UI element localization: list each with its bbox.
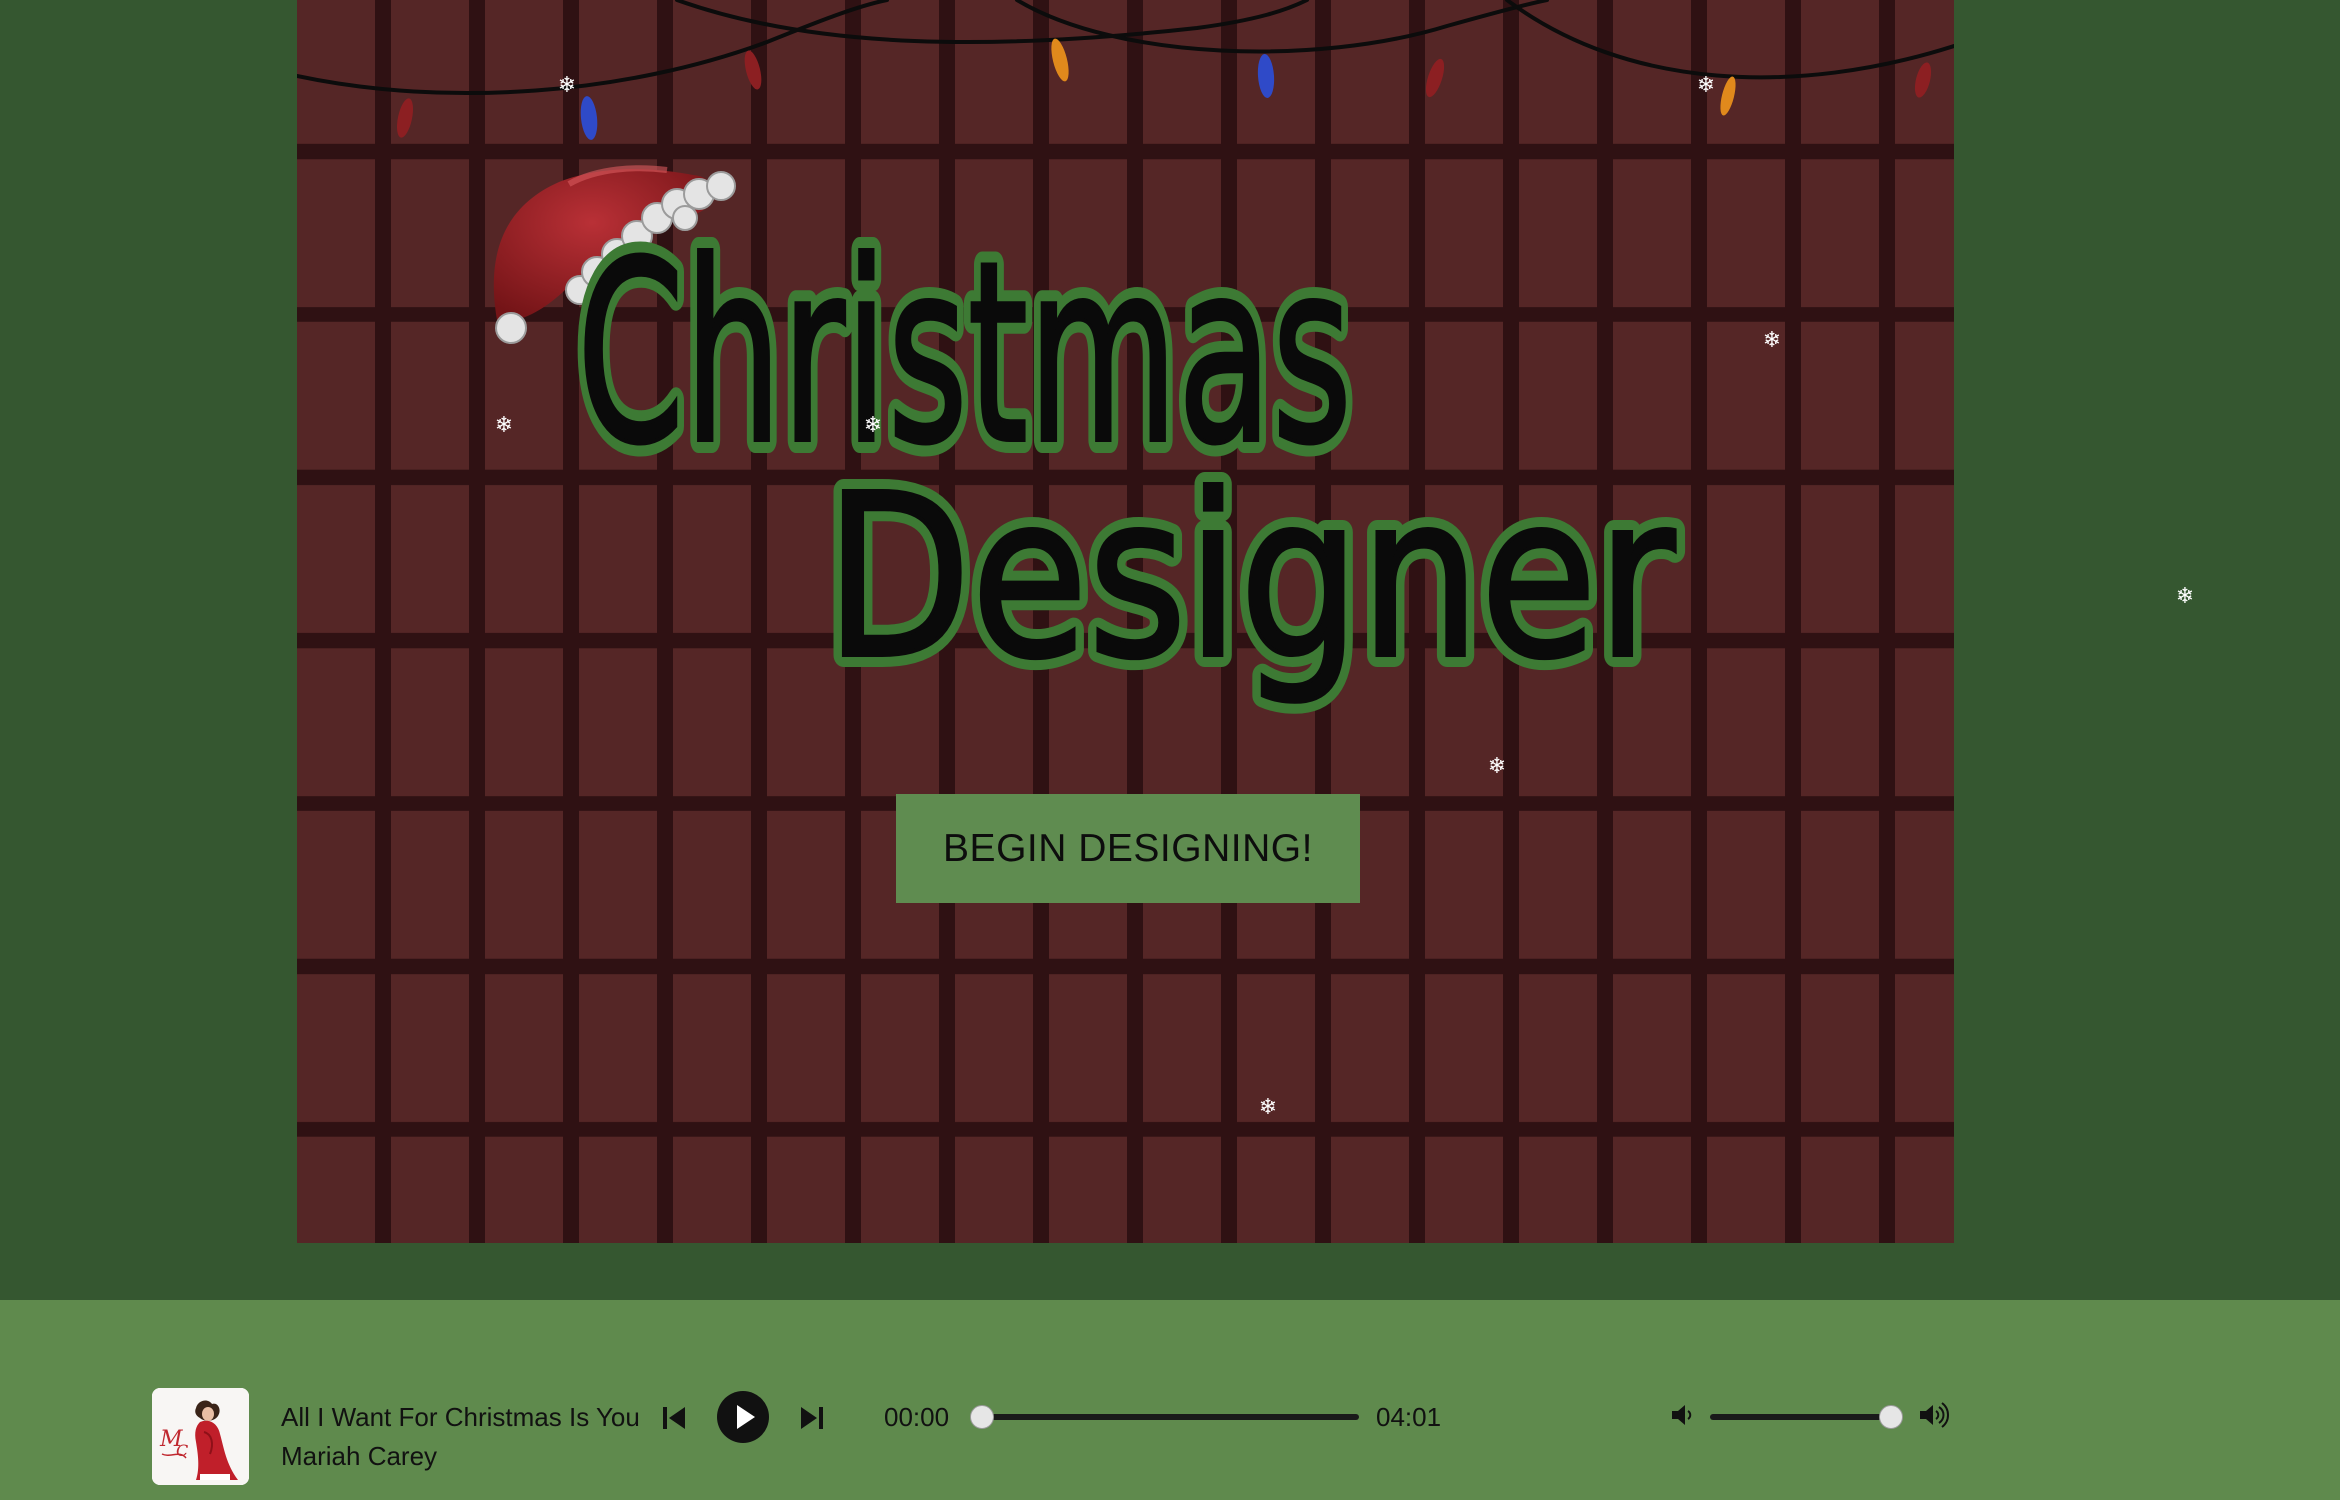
- music-player-bar: M C All I Want For Christmas Is You Mari…: [0, 1300, 2340, 1500]
- volume-high-icon[interactable]: [1918, 1401, 1950, 1429]
- track-artist: Mariah Carey: [281, 1441, 438, 1471]
- total-time: 04:01: [1376, 1402, 1442, 1432]
- page-root: Christmas Christmas Designer Designer BE…: [0, 0, 2340, 1500]
- volume-low-icon[interactable]: [1670, 1402, 1696, 1428]
- seek-slider-thumb[interactable]: [970, 1405, 994, 1429]
- album-art: M C: [152, 1388, 249, 1485]
- snowflake-icon: ❄: [2175, 584, 2195, 609]
- seek-slider[interactable]: [970, 1405, 1359, 1429]
- svg-text:C: C: [176, 1441, 188, 1460]
- skip-previous-icon[interactable]: [660, 1404, 688, 1432]
- title-line-2: Designer: [825, 447, 1675, 709]
- design-canvas: Christmas Christmas Designer Designer BE…: [297, 0, 1954, 1243]
- volume-slider-thumb[interactable]: [1879, 1405, 1903, 1429]
- skip-next-icon[interactable]: [798, 1404, 826, 1432]
- current-time: 00:00: [884, 1402, 950, 1432]
- track-title: All I Want For Christmas Is You: [281, 1402, 640, 1432]
- volume-slider[interactable]: [1710, 1405, 1903, 1429]
- title-artwork: Christmas Christmas Designer Designer: [493, 165, 1687, 721]
- begin-designing-button[interactable]: BEGIN DESIGNING!: [896, 794, 1360, 903]
- play-icon[interactable]: [717, 1391, 769, 1443]
